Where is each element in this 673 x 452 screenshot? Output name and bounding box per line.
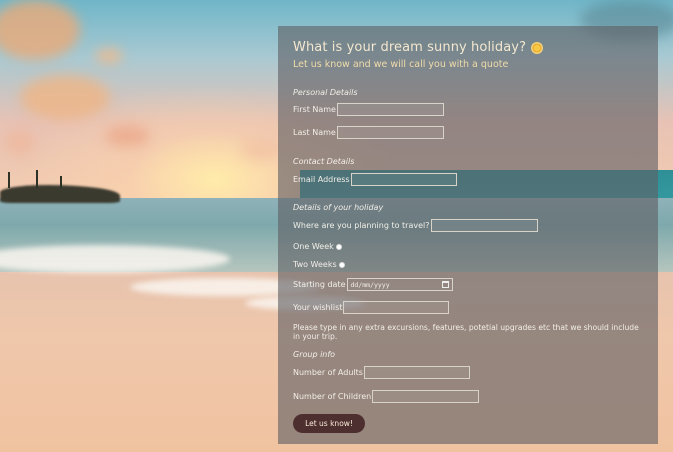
start-date-label: Starting date xyxy=(293,280,346,289)
contact-details-heading: Contact Details xyxy=(293,157,355,166)
children-row: Number of Children xyxy=(293,390,480,403)
adults-input[interactable] xyxy=(363,366,470,379)
personal-details-heading: Personal Details xyxy=(293,88,358,97)
start-date-row: Starting date dd/mm/yyyy xyxy=(293,278,453,291)
two-weeks-label: Two Weeks xyxy=(293,260,337,269)
group-info-heading: Group info xyxy=(293,350,336,359)
start-date-input[interactable]: dd/mm/yyyy xyxy=(346,278,453,291)
two-weeks-radio[interactable] xyxy=(338,261,345,268)
wishlist-row: Your wishlist xyxy=(293,301,450,314)
wishlist-input[interactable] xyxy=(343,301,450,314)
adults-label: Number of Adults xyxy=(293,368,363,377)
cloud xyxy=(240,140,280,160)
palm-tree xyxy=(36,170,38,188)
submit-button[interactable]: Let us know! xyxy=(293,414,365,433)
start-date-placeholder: dd/mm/yyyy xyxy=(350,280,390,289)
form-title: What is your dream sunny holiday? xyxy=(293,40,544,55)
destination-label: Where are you planning to travel? xyxy=(293,221,430,230)
destination-row: Where are you planning to travel? xyxy=(293,219,538,232)
children-input[interactable] xyxy=(372,390,480,403)
calendar-icon[interactable] xyxy=(441,281,449,288)
one-week-label: One Week xyxy=(293,242,334,251)
holiday-details-heading: Details of your holiday xyxy=(293,203,384,212)
palm-tree xyxy=(60,176,62,188)
cloud xyxy=(95,48,123,64)
two-weeks-row: Two Weeks xyxy=(293,260,345,269)
email-label: Email Address xyxy=(293,175,350,184)
one-week-row: One Week xyxy=(293,242,342,251)
wishlist-label: Your wishlist xyxy=(293,303,343,312)
first-name-label: First Name xyxy=(293,105,336,114)
one-week-radio[interactable] xyxy=(335,243,342,250)
quote-form-panel: What is your dream sunny holiday? Let us… xyxy=(278,26,658,444)
sun-icon xyxy=(531,41,544,54)
last-name-label: Last Name xyxy=(293,128,336,137)
last-name-input[interactable] xyxy=(336,126,444,139)
children-label: Number of Children xyxy=(293,392,372,401)
cloud xyxy=(105,125,150,147)
first-name-input[interactable] xyxy=(336,103,444,116)
form-subtitle: Let us know and we will call you with a … xyxy=(293,59,509,70)
wishlist-note: Please type in any extra excursions, fea… xyxy=(293,323,639,341)
last-name-row: Last Name xyxy=(293,126,444,139)
email-input[interactable] xyxy=(350,173,457,186)
first-name-row: First Name xyxy=(293,103,444,116)
palm-tree xyxy=(8,172,10,188)
destination-input[interactable] xyxy=(430,219,538,232)
email-row: Email Address xyxy=(293,173,457,186)
adults-row: Number of Adults xyxy=(293,366,470,379)
cloud xyxy=(5,130,35,155)
form-title-text: What is your dream sunny holiday? xyxy=(293,40,527,55)
cloud xyxy=(20,75,110,120)
